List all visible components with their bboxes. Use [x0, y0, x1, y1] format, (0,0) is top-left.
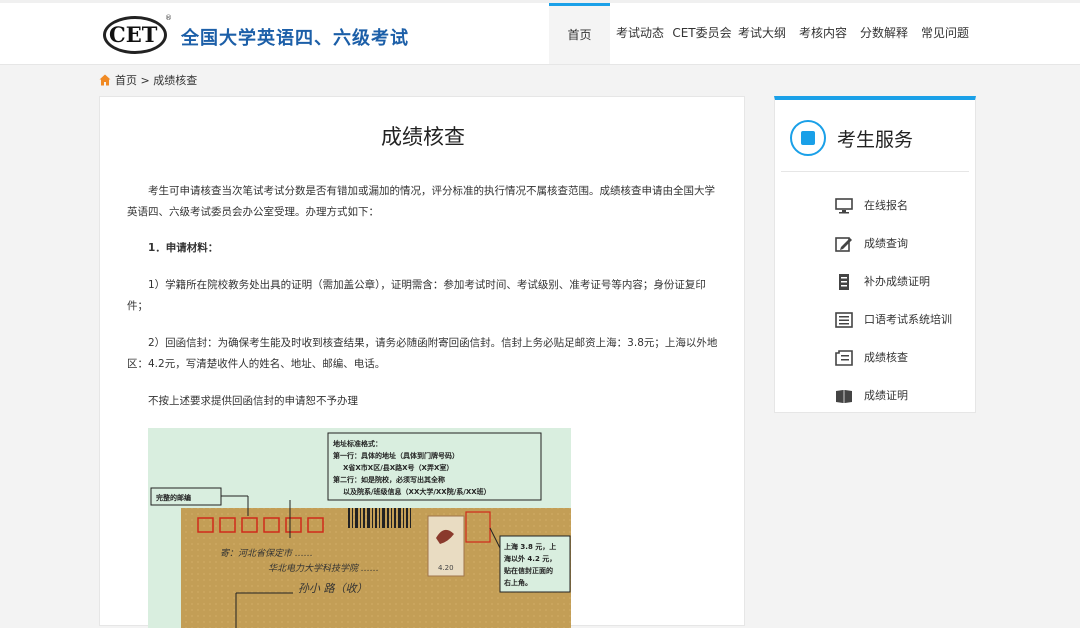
- candidate-services-panel: 考生服务 在线报名 成绩查询 补办成绩证明 口语考试系统培训 成绩核查 成绩证明: [774, 96, 976, 413]
- nav-score-explanation[interactable]: 分数解释: [859, 3, 909, 64]
- postage-note-line-1: 上海 3.8 元，上: [504, 542, 556, 551]
- service-label: 补办成绩证明: [864, 275, 930, 288]
- address-format-line-5: 以及院系/班级信息（XX大学/XX院/系/XX班）: [343, 487, 491, 496]
- nav-home[interactable]: 首页: [549, 3, 610, 64]
- nav-syllabus[interactable]: 考试大纲: [737, 3, 787, 64]
- top-strip: [0, 0, 1080, 3]
- document-icon: [839, 274, 849, 290]
- materials-item-1: 1）学籍所在院校教务处出具的证明（需加盖公章），证明需含：参加考试时间、考试级别…: [127, 279, 706, 312]
- address-format-line-2: 第一行：具体的地址（具体到门牌号码）: [333, 451, 459, 460]
- envelope-illustration: 4.20 地址标准格式： 第一行：具体的地址（具体到门牌号码） X省X市X区/县…: [148, 428, 571, 628]
- breadcrumb-home-link[interactable]: 首页: [115, 74, 137, 87]
- breadcrumb: 首页 > 成绩核查: [99, 72, 197, 88]
- postage-note-line-2: 海以外 4.2 元，: [504, 554, 556, 563]
- logo-registered-mark: ®: [165, 14, 172, 22]
- service-label: 成绩核查: [864, 351, 908, 364]
- cet-logo[interactable]: CET ®: [103, 14, 172, 56]
- service-label: 在线报名: [864, 199, 908, 212]
- article-panel: 成绩核查 考生可申请核查当次笔试考试分数是否有错加或漏加的情况，评分标准的执行情…: [99, 96, 745, 628]
- section-heading-text: 1．申请材料：: [148, 242, 219, 254]
- intro-paragraph: 考生可申请核查当次笔试考试分数是否有错加或漏加的情况，评分标准的执行情况不属核查…: [127, 185, 715, 218]
- breadcrumb-separator: >: [140, 74, 150, 87]
- postage-note-line-3: 贴在信封正面的: [503, 566, 553, 575]
- handwritten-recipient: 孙小 路（收）: [298, 582, 368, 595]
- address-format-line-3: X省X市X区/县X路X号（X弄X室）: [343, 463, 453, 472]
- postcode-label: 完整的邮编: [156, 493, 191, 502]
- services-badge-icon: [790, 120, 826, 156]
- article-title: 成绩核查: [381, 125, 465, 149]
- section-heading-materials: 1．申请材料：: [127, 238, 719, 259]
- edit-icon: [835, 237, 852, 252]
- services-divider: [781, 171, 969, 172]
- service-label: 成绩证明: [864, 389, 908, 402]
- materials-item-2: 2）回函信封：为确保考生能及时收到核查结果，请务必随函附寄回函信封。信封上务必贴…: [127, 337, 718, 370]
- monitor-icon: [835, 198, 853, 214]
- nav-exam-content[interactable]: 考核内容: [798, 3, 848, 64]
- book-icon: [836, 390, 852, 403]
- logo-text: CET: [109, 22, 158, 47]
- breadcrumb-current: 成绩核查: [153, 74, 198, 87]
- stamp-value: 4.20: [438, 564, 454, 572]
- envelope-example-image: 4.20 地址标准格式： 第一行：具体的地址（具体到门牌号码） X省X市X区/县…: [148, 428, 571, 628]
- site-title: 全国大学英语四、六级考试: [181, 28, 409, 49]
- postage-note-line-4: 右上角。: [503, 578, 532, 587]
- services-title: 考生服务: [837, 129, 914, 151]
- list-icon: [835, 312, 853, 328]
- notice-paragraph: 不按上述要求提供回函信封的申请恕不予办理: [148, 395, 358, 407]
- nav-cet-committee[interactable]: CET委员会: [672, 3, 732, 64]
- nav-exam-news[interactable]: 考试动态: [614, 3, 666, 64]
- service-label: 口语考试系统培训: [864, 313, 952, 326]
- clipboard-icon: [835, 350, 853, 366]
- site-header: CET ® 全国大学英语四、六级考试 首页 考试动态 CET委员会 考试大纲 考…: [0, 0, 1080, 65]
- handwritten-address-line-1: 寄：河北省保定市 ……: [220, 548, 313, 559]
- service-label: 成绩查询: [864, 237, 908, 250]
- address-format-line-1: 地址标准格式：: [333, 439, 382, 448]
- handwritten-address-line-2: 华北电力大学科技学院 ……: [268, 563, 379, 574]
- address-format-line-4: 第二行：如是院校，必须写出其全称: [333, 475, 445, 484]
- nav-faq[interactable]: 常见问题: [920, 3, 970, 64]
- home-icon: [99, 74, 111, 86]
